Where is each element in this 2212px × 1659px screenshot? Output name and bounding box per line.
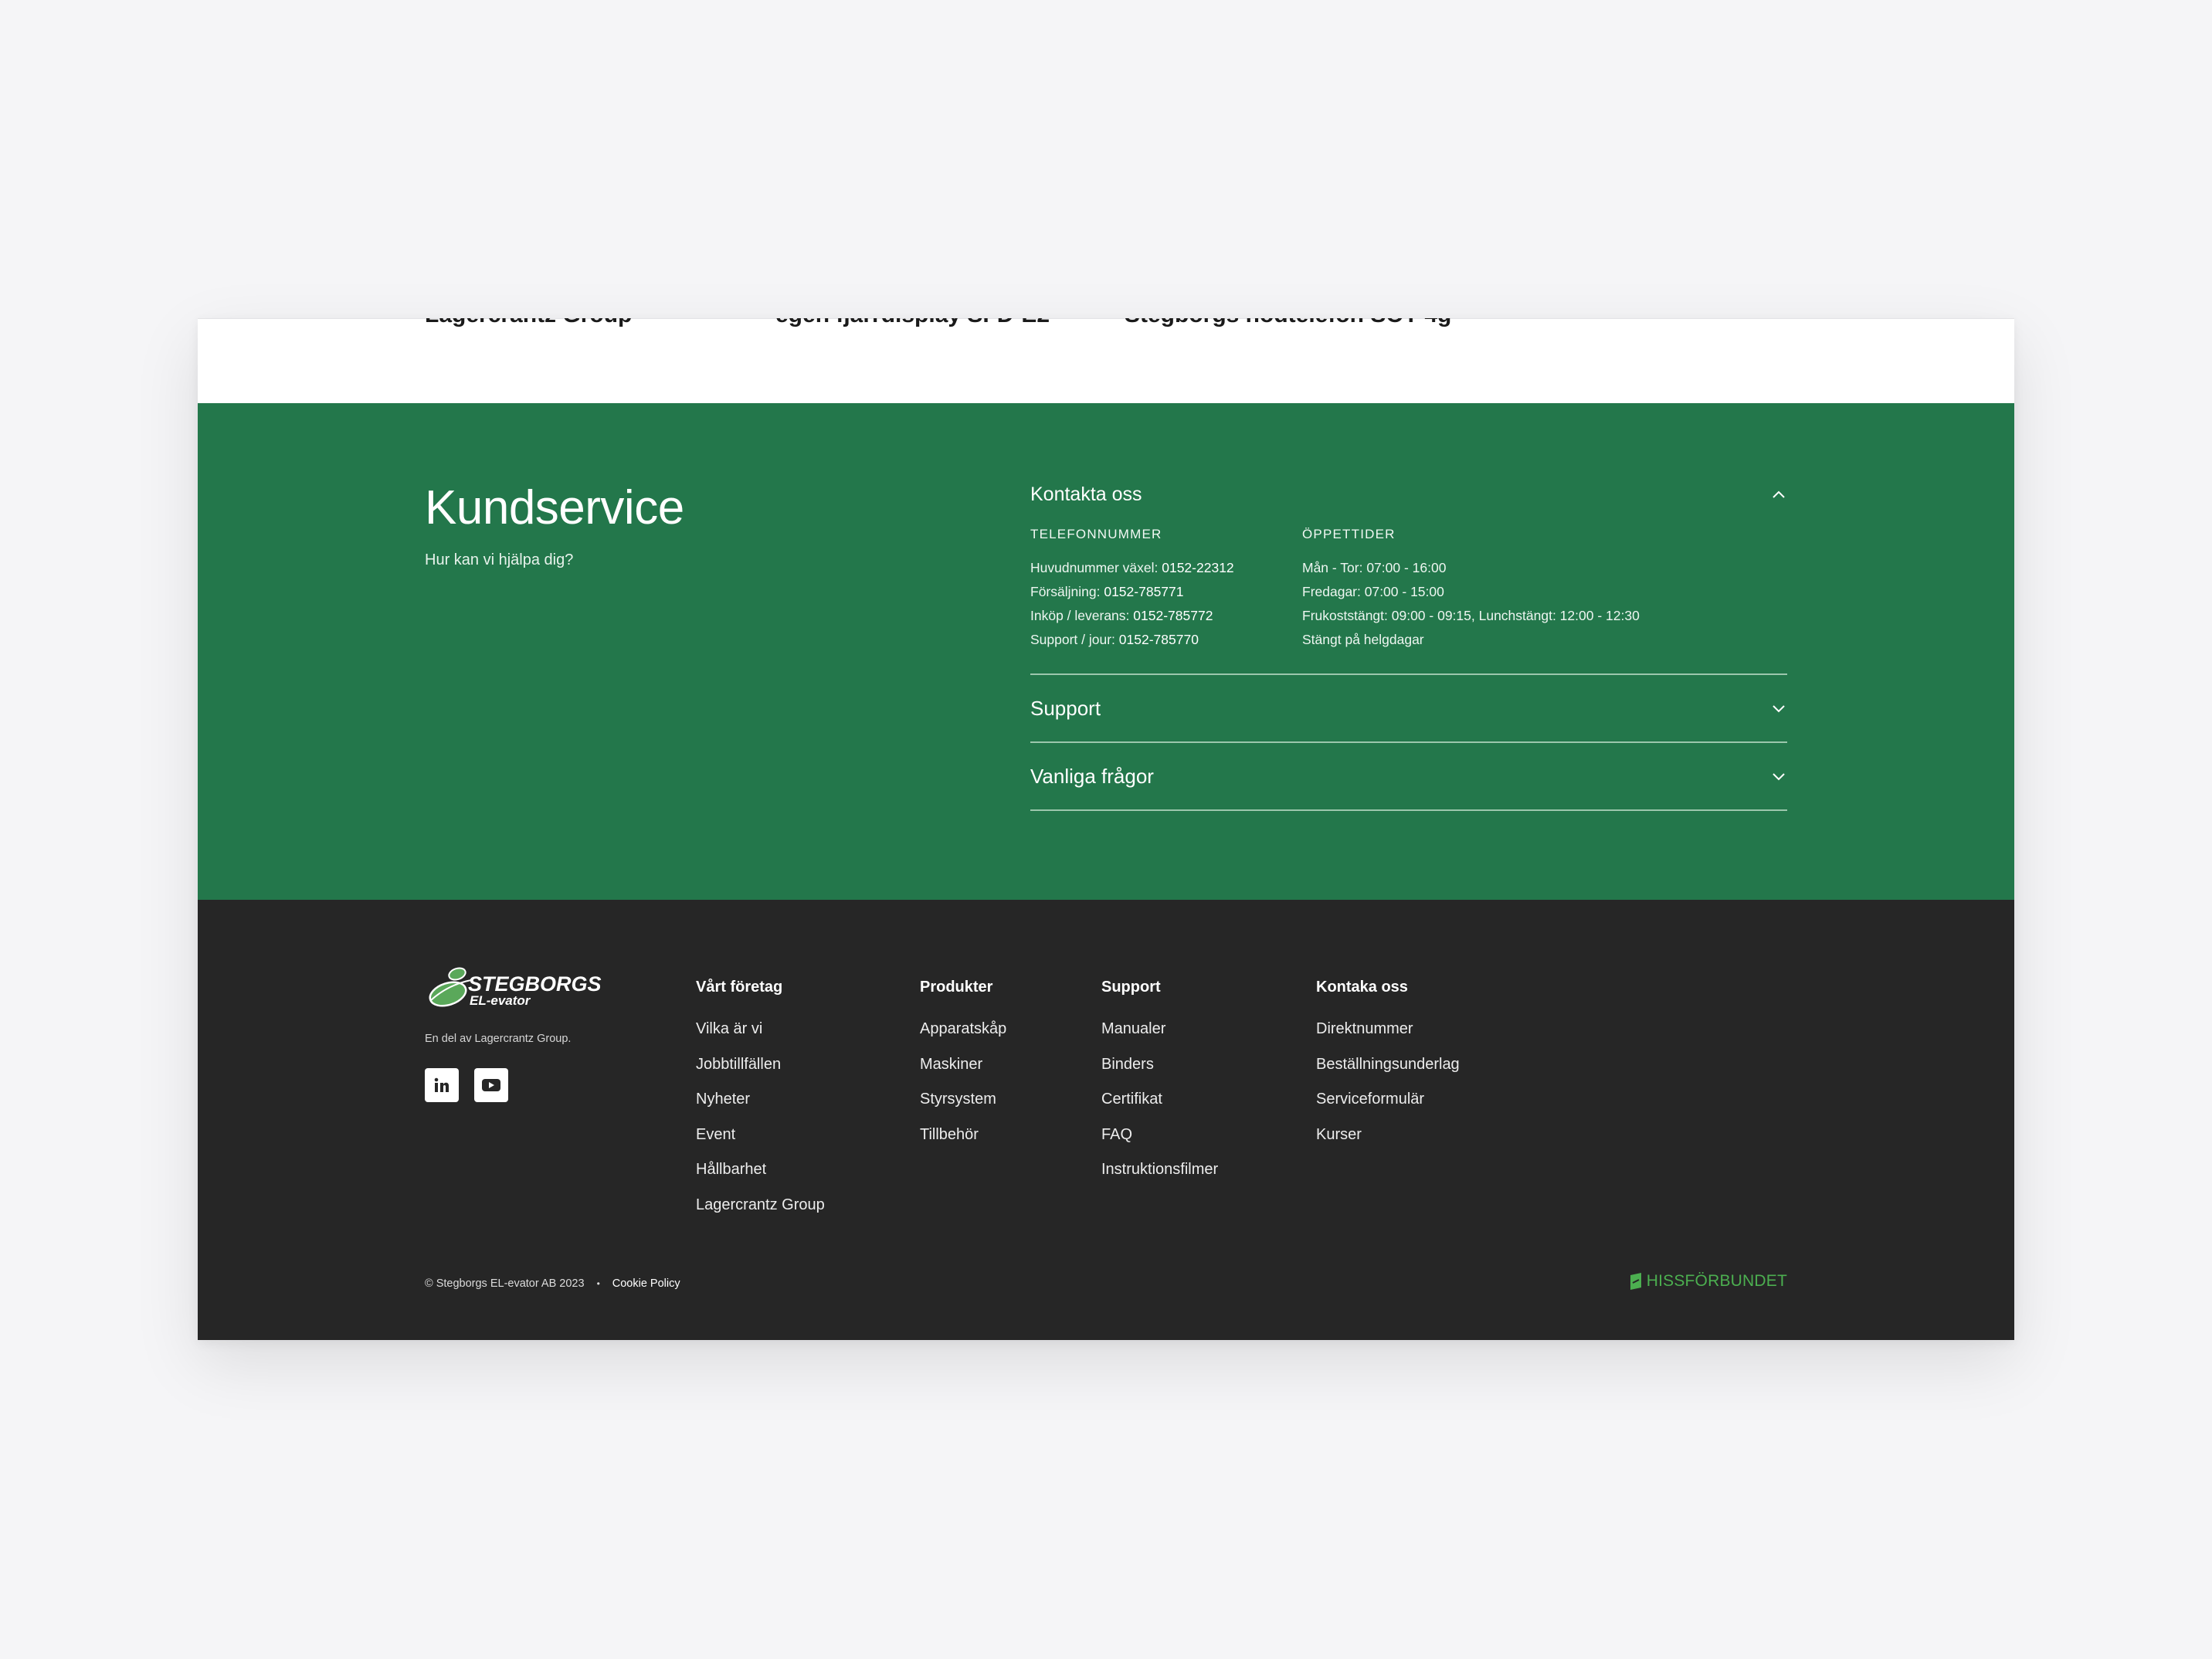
hissforbundet-logo[interactable]: HISSFÖRBUNDET — [1630, 1272, 1787, 1291]
card-title-3[interactable]: Stegborgs nödtelefon SOT-4g — [1125, 318, 1451, 328]
youtube-button[interactable] — [474, 1068, 508, 1102]
contact-columns: TELEFONNUMMER Huvudnummer växel: 0152-22… — [1030, 527, 1640, 652]
accordion-faq-label: Vanliga frågor — [1030, 764, 1154, 788]
footer-col-products: Produkter Apparatskåp Maskiner Styrsyste… — [920, 979, 1006, 1152]
footer-col-support: Support Manualer Binders Certifikat FAQ … — [1101, 979, 1218, 1188]
svg-text:EL-evator: EL-evator — [470, 993, 531, 1008]
stegborgs-logo-graphic: STEGBORGS EL-evator — [429, 967, 602, 1008]
footer-col-contact: Kontaka oss Direktnummer Beställningsund… — [1316, 979, 1460, 1152]
card-title-2[interactable]: egen fjärrdisplay SFD-E2 — [775, 318, 1050, 328]
accordion-faq: Vanliga frågor — [1030, 743, 1787, 811]
footer-link[interactable]: Serviceformulär — [1316, 1082, 1460, 1118]
copyright-bar: © Stegborgs EL-evator AB 2023 • Cookie P… — [425, 1277, 680, 1290]
footer-link[interactable]: Lagercrantz Group — [696, 1188, 825, 1223]
footer-link[interactable]: Instruktionsfilmer — [1101, 1152, 1218, 1188]
page-frame: Lagercrantz Group egen fjärrdisplay SFD-… — [198, 318, 2014, 1340]
footer-col-title: Produkter — [920, 979, 993, 996]
phone-row: Inköp / leverans: 0152-785772 — [1030, 608, 1213, 623]
footer-link[interactable]: Nyheter — [696, 1082, 825, 1118]
phone-row: Försäljning: 0152-785771 — [1030, 584, 1184, 599]
footer-link[interactable]: Apparatskåp — [920, 1012, 1006, 1047]
phone-number[interactable]: 0152-785770 — [1119, 632, 1199, 647]
linkedin-button[interactable] — [425, 1068, 459, 1102]
hissforbundet-icon — [1630, 1273, 1641, 1290]
kundservice-subtitle: Hur kan vi hjälpa dig? — [425, 551, 574, 568]
phone-number[interactable]: 0152-785771 — [1104, 584, 1183, 599]
footer-link[interactable]: Hållbarhet — [696, 1152, 825, 1188]
phone-number[interactable]: 0152-22312 — [1162, 560, 1233, 575]
chevron-up-icon — [1773, 490, 1785, 498]
footer-link[interactable]: FAQ — [1101, 1118, 1218, 1153]
footer-col-title: Kontaka oss — [1316, 979, 1408, 996]
copyright-text: © Stegborgs EL-evator AB 2023 — [425, 1277, 585, 1290]
phone-column: TELEFONNUMMER Huvudnummer växel: 0152-22… — [1030, 527, 1302, 652]
footer-link[interactable]: Jobbtillfällen — [696, 1047, 825, 1083]
accordion-contact-header[interactable]: Kontakta oss — [1030, 483, 1787, 506]
footer-link[interactable]: Maskiner — [920, 1047, 1006, 1083]
footer-link[interactable]: Direktnummer — [1316, 1012, 1460, 1047]
related-cards-strip: Lagercrantz Group egen fjärrdisplay SFD-… — [198, 318, 2014, 403]
svg-text:STEGBORGS: STEGBORGS — [468, 972, 602, 996]
hours-column: ÖPPETTIDER Mån - Tor: 07:00 - 16:00 Fred… — [1302, 527, 1640, 652]
accordion-support: Support — [1030, 675, 1787, 743]
cookie-policy-link[interactable]: Cookie Policy — [612, 1277, 680, 1290]
footer-link[interactable]: Manualer — [1101, 1012, 1218, 1047]
accordion-contact-label: Kontakta oss — [1030, 483, 1142, 505]
phone-number[interactable]: 0152-785772 — [1133, 608, 1213, 623]
chevron-down-icon — [1773, 705, 1785, 713]
kundservice-accordion: Kontakta oss TELEFONNUMMER Huvudnummer v… — [1030, 483, 1787, 811]
footer-link[interactable]: Binders — [1101, 1047, 1218, 1083]
site-footer: STEGBORGS EL-evator En del av Lagercrant… — [198, 900, 2014, 1340]
accordion-support-label: Support — [1030, 696, 1101, 720]
hours-row: Frukoststängt: 09:00 - 09:15, Lunchstäng… — [1302, 608, 1640, 623]
footer-link[interactable]: Tillbehör — [920, 1118, 1006, 1153]
hours-row: Mån - Tor: 07:00 - 16:00 — [1302, 560, 1447, 575]
hours-header: ÖPPETTIDER — [1302, 527, 1396, 541]
social-links — [425, 1068, 508, 1102]
separator-dot: • — [596, 1278, 600, 1289]
stegborgs-logo[interactable]: STEGBORGS EL-evator — [425, 962, 607, 1015]
hours-row: Stängt på helgdagar — [1302, 632, 1424, 647]
phone-row: Huvudnummer växel: 0152-22312 — [1030, 560, 1234, 575]
accordion-contact: Kontakta oss TELEFONNUMMER Huvudnummer v… — [1030, 483, 1787, 675]
footer-col-title: Support — [1101, 979, 1161, 996]
kundservice-title: Kundservice — [425, 481, 684, 534]
hissforbundet-text: HISSFÖRBUNDET — [1646, 1272, 1787, 1290]
footer-link[interactable]: Vilka är vi — [696, 1012, 825, 1047]
card-title-1[interactable]: Lagercrantz Group — [425, 318, 632, 328]
chevron-down-icon — [1773, 773, 1785, 781]
hours-row: Fredagar: 07:00 - 15:00 — [1302, 584, 1444, 599]
footer-link[interactable]: Styrsystem — [920, 1082, 1006, 1118]
kundservice-section: Kundservice Hur kan vi hjälpa dig? Konta… — [198, 403, 2014, 900]
footer-col-company: Vårt företag Vilka är vi Jobbtillfällen … — [696, 979, 825, 1223]
accordion-faq-header[interactable]: Vanliga frågor — [1030, 765, 1787, 789]
accordion-support-header[interactable]: Support — [1030, 697, 1787, 721]
footer-tagline: En del av Lagercrantz Group. — [425, 1033, 572, 1045]
footer-link[interactable]: Certifikat — [1101, 1082, 1218, 1118]
footer-link[interactable]: Beställningsunderlag — [1316, 1047, 1460, 1083]
footer-link[interactable]: Event — [696, 1118, 825, 1153]
phone-header: TELEFONNUMMER — [1030, 527, 1162, 541]
footer-col-title: Vårt företag — [696, 979, 783, 996]
youtube-icon — [482, 1079, 500, 1091]
footer-link[interactable]: Kurser — [1316, 1118, 1460, 1153]
linkedin-icon — [434, 1077, 449, 1092]
phone-row: Support / jour: 0152-785770 — [1030, 632, 1199, 647]
